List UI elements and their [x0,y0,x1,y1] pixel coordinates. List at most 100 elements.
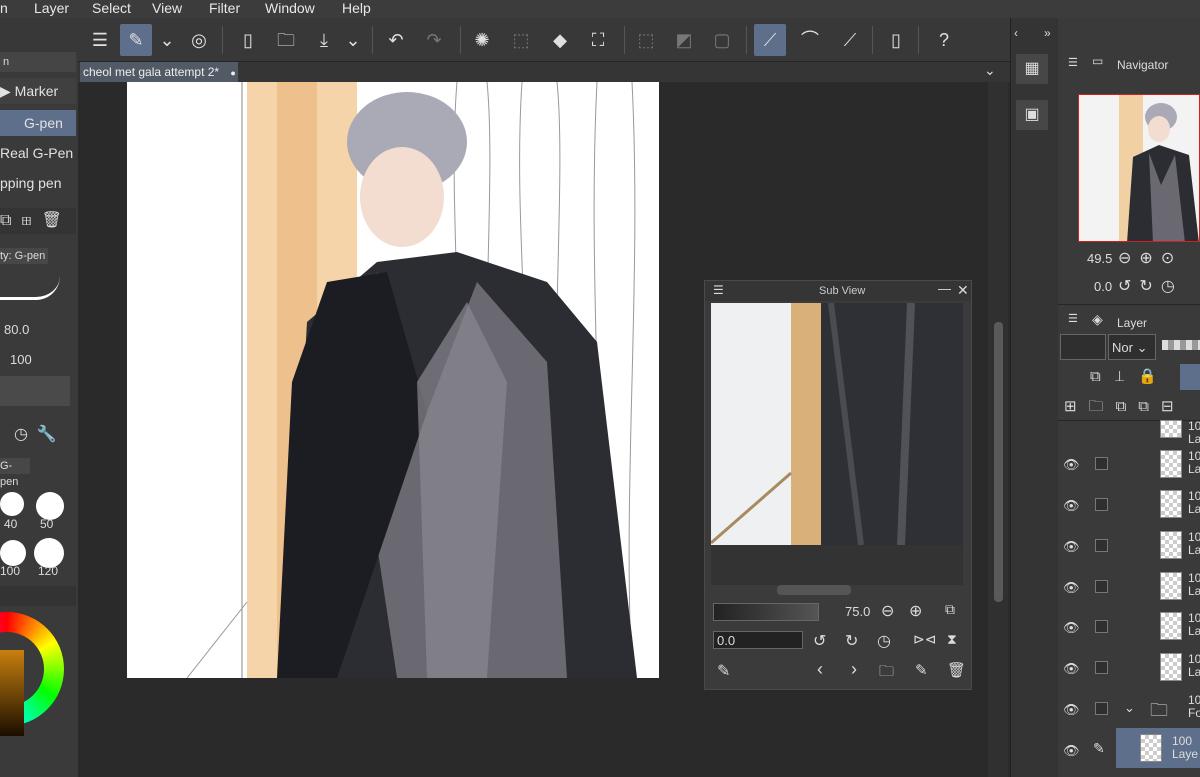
pen-edit-icon[interactable]: ✎ [1093,740,1105,757]
visibility-eye-icon[interactable]: 👁 [1063,580,1081,595]
previous-image-icon[interactable]: ‹ [817,659,823,680]
layer-folder-label[interactable]: 100Fol [1188,694,1200,720]
navigator-zoom-controls[interactable]: ⊖⊕⊙ [1118,248,1182,268]
layer-row-label[interactable]: 100 Laye [1172,735,1198,761]
brush-stroke-icon[interactable]: ⌒ [794,24,826,56]
undo-icon[interactable]: ↶ [380,24,412,56]
menu-view[interactable]: View [152,0,182,16]
navigator-zoom-value[interactable]: 49.5 [1087,251,1112,266]
folder-expand-chevron-icon[interactable]: ⌄ [1124,700,1135,716]
navigator-rotation-controls[interactable]: ↺↻◷ [1118,276,1183,296]
hamburger-menu-icon[interactable]: ☰ [84,24,116,56]
visibility-eye-icon[interactable]: 👁 [1063,620,1081,635]
layer-checkbox[interactable] [1095,498,1108,511]
color-tabs[interactable] [0,586,76,606]
lock-transparency-icon[interactable] [1180,364,1200,390]
help-icon[interactable]: ? [928,24,960,56]
loading-spinner-icon[interactable]: ✺ [466,24,498,56]
next-image-icon[interactable]: › [851,659,857,680]
delete-icon[interactable]: 🗑 [947,661,966,679]
pen-tool-icon[interactable]: ✎ [120,24,152,56]
chevron-down-icon[interactable]: ⌄ [340,24,366,56]
selection-icon[interactable]: ⬚ [505,24,537,56]
navigator-preview[interactable] [1078,94,1200,242]
layer-row-label[interactable]: 10 La [1188,531,1200,557]
open-folder-icon[interactable]: 🗀 [270,24,302,56]
zoom-in-icon[interactable]: ⊕ [909,601,922,621]
visibility-eye-icon[interactable]: 👁 [1063,702,1081,717]
eyedropper-icon[interactable]: ✎ [717,661,730,681]
visibility-eye-icon[interactable]: 👁 [1063,743,1081,758]
sub-tool-item[interactable]: G-pen [0,110,76,136]
ruler-snap-icon[interactable]: ⟋ [754,24,786,56]
close-icon[interactable]: ✕ [957,282,969,299]
opacity-bar[interactable] [1162,340,1200,350]
layer-row-label[interactable]: 10 La [1188,450,1200,476]
selection-border-icon[interactable]: ▢ [706,24,738,56]
deselect-icon[interactable]: ⬚ [630,24,662,56]
fill-bucket-icon[interactable]: ◆ [544,24,576,56]
lasso-icon[interactable]: ◎ [183,24,215,56]
reset-rotation-icon[interactable]: ◷ [877,631,891,651]
rotate-left-icon[interactable]: ↺ [813,631,826,651]
flip-horizontal-icon[interactable]: ⊳⊲ [913,631,936,648]
flip-vertical-icon[interactable]: ⧗ [947,631,957,648]
zoom-slider[interactable] [713,603,819,621]
layer-row-label[interactable]: 10 La [1188,420,1200,446]
navigator-rotation-value[interactable]: 0.0 [1094,279,1112,294]
drawing-canvas[interactable] [127,82,659,678]
layer-action-controls[interactable]: ⊞🗀⧉⧉⊟ [1064,396,1186,421]
layer-checkbox[interactable] [1095,661,1108,674]
visibility-eye-icon[interactable]: 👁 [1063,539,1081,554]
layer-row-label[interactable]: 10 La [1188,653,1200,679]
layer-checkbox[interactable] [1095,580,1108,593]
layer-property-icon[interactable]: ▣ [1016,100,1048,130]
color-swatch-selector[interactable] [1060,334,1106,360]
sub-tool-group[interactable]: ▶ Marker [0,78,76,104]
chevron-left-icon[interactable]: ‹ [1014,26,1018,40]
layer-lock-controls[interactable]: ⧉⟂🔒 [1090,367,1171,385]
minimize-icon[interactable]: — [938,281,951,296]
horizontal-scrollbar-thumb[interactable] [777,585,851,595]
material-palette-icon[interactable]: ▦ [1016,54,1048,84]
visibility-eye-icon[interactable]: 👁 [1063,498,1081,513]
visibility-eye-icon[interactable]: 👁 [1063,457,1081,472]
brush-size-dot[interactable] [0,540,26,566]
ruler-line-icon[interactable]: ⟋ [834,24,866,56]
layer-checkbox[interactable] [1095,702,1108,715]
rotate-right-icon[interactable]: ↻ [845,631,858,651]
double-chevron-icon[interactable]: » [1044,26,1051,40]
layer-checkbox[interactable] [1095,620,1108,633]
menu-help[interactable]: Help [342,0,371,16]
menu-filter[interactable]: Filter [209,0,240,16]
zoom-out-icon[interactable]: ⊖ [881,601,894,621]
redo-icon[interactable]: ↷ [418,24,450,56]
layer-checkbox[interactable] [1095,539,1108,552]
scrollbar-thumb[interactable] [994,322,1003,602]
smartphone-icon[interactable]: ▯ [880,24,912,56]
fit-view-icon[interactable]: ⧉ [945,601,955,618]
opacity-value[interactable]: 100 [10,352,32,367]
stabilization-icon[interactable]: ◷ 🔧 [14,424,57,444]
layer-row-label[interactable]: 10 La [1188,572,1200,598]
new-file-icon[interactable]: ▯ [232,24,264,56]
menu-select[interactable]: Select [92,0,131,16]
anti-alias-selector[interactable] [0,376,70,406]
color-square[interactable] [0,650,24,736]
chevron-down-icon[interactable]: ⌄ [154,24,180,56]
sub-view-image[interactable] [711,303,963,545]
blend-mode-dropdown[interactable]: Nor ⌄ [1108,334,1156,360]
visibility-eye-icon[interactable]: 👁 [1063,661,1081,676]
chevron-down-icon[interactable]: ⌄ [984,62,996,79]
sub-tool-actions[interactable]: ⧉⊞🗑 [0,208,76,234]
save-icon[interactable]: ⤓ [308,24,340,56]
import-image-icon[interactable]: 🗀 [879,661,894,686]
invert-selection-icon[interactable]: ◩ [668,24,700,56]
layer-row-label[interactable]: 10 La [1188,490,1200,516]
transform-icon[interactable]: ⛶ [582,24,614,56]
menu-window[interactable]: Window [265,0,315,16]
menu-layer[interactable]: Layer [34,0,69,16]
brush-size-value[interactable]: 80.0 [4,322,29,337]
sub-tool-item[interactable]: Real G-Pen [0,140,76,166]
document-tab[interactable]: cheol met gala attempt 2* ● [80,62,238,82]
